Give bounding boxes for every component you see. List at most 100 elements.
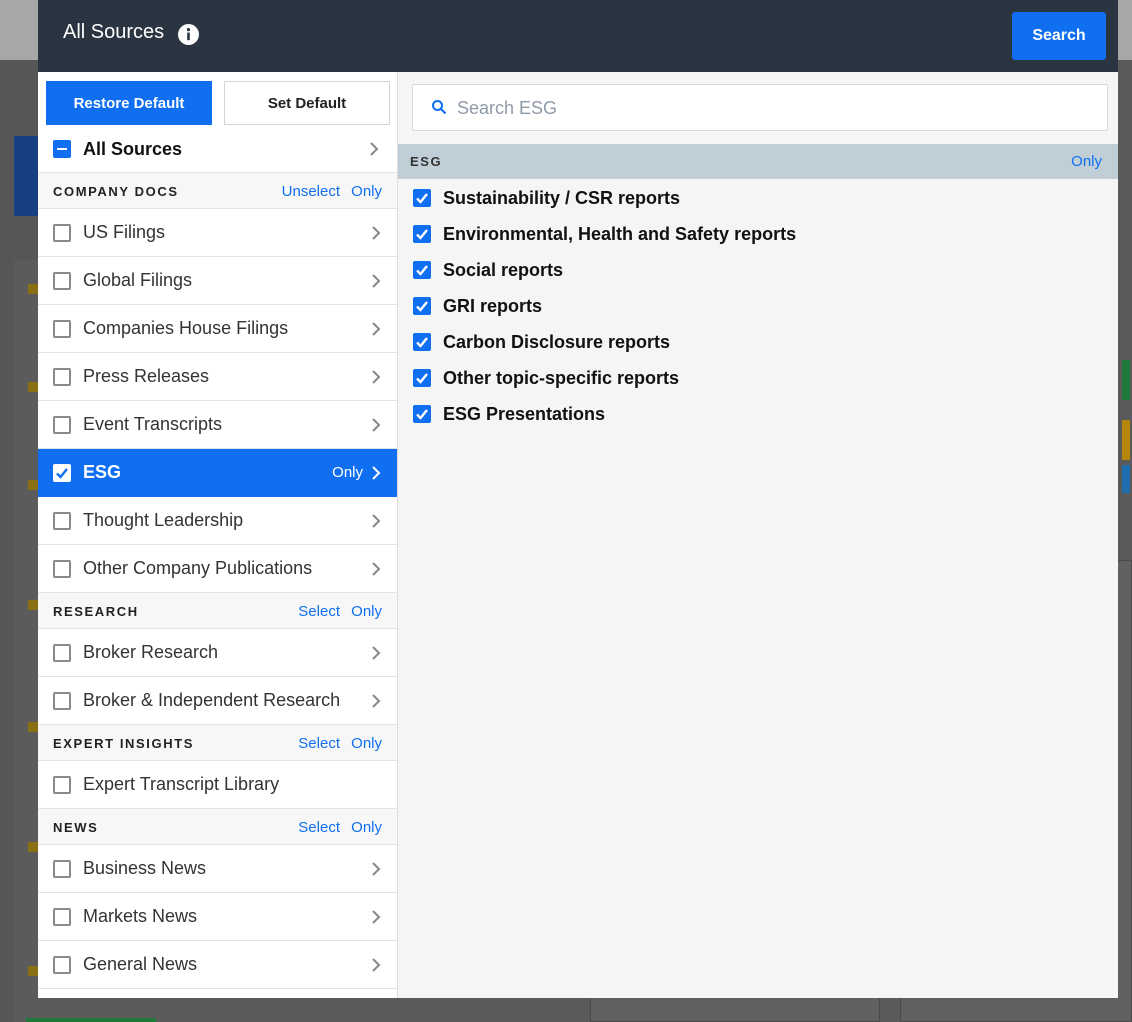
section-header-expert-insights: EXPERT INSIGHTS Select Only xyxy=(38,725,397,761)
section-header-research: RESEARCH Select Only xyxy=(38,593,397,629)
all-sources-row[interactable]: All Sources xyxy=(38,125,397,173)
checkbox-checked[interactable] xyxy=(413,369,431,387)
source-selector-modal: All Sources Search Restore Default Set D… xyxy=(38,0,1118,998)
esg-option-label: Carbon Disclosure reports xyxy=(443,332,671,352)
section-only-link[interactable]: Only xyxy=(351,735,382,752)
checkbox[interactable] xyxy=(53,368,71,386)
modal-title: All Sources xyxy=(63,21,165,43)
source-item-label: Markets News xyxy=(83,906,198,926)
checkbox[interactable] xyxy=(53,224,71,242)
section-select-link[interactable]: Select xyxy=(298,603,340,620)
source-item-label: Companies House Filings xyxy=(83,318,289,338)
section-title: EXPERT INSIGHTS xyxy=(53,736,195,751)
chevron-right-icon xyxy=(372,274,381,288)
section-only-link[interactable]: Only xyxy=(351,603,382,620)
checkbox[interactable] xyxy=(53,512,71,530)
source-item-esg[interactable]: ESG Only xyxy=(38,449,397,497)
esg-option-sustainability-csr-reports[interactable]: Sustainability / CSR reports xyxy=(398,180,1118,216)
checkbox[interactable] xyxy=(53,272,71,290)
checkbox[interactable] xyxy=(53,644,71,662)
source-item-label: Expert Transcript Library xyxy=(83,774,280,794)
esg-only-link[interactable]: Only xyxy=(1071,153,1102,170)
checkbox[interactable] xyxy=(53,560,71,578)
checkbox-checked[interactable] xyxy=(413,261,431,279)
esg-search-input[interactable] xyxy=(457,93,1087,123)
set-default-button[interactable]: Set Default xyxy=(224,81,390,125)
esg-option-label: GRI reports xyxy=(443,296,543,316)
source-item-global-filings[interactable]: Global Filings xyxy=(38,257,397,305)
source-item-label: Business News xyxy=(83,858,207,878)
source-item-general-news[interactable]: General News xyxy=(38,941,397,989)
esg-group-title: ESG xyxy=(410,154,443,169)
chevron-right-icon xyxy=(372,514,381,528)
esg-option-gri-reports[interactable]: GRI reports xyxy=(398,288,1118,324)
section-title: NEWS xyxy=(53,820,99,835)
checkbox-checked[interactable] xyxy=(413,333,431,351)
section-unselect-link[interactable]: Unselect xyxy=(282,183,340,200)
background-chart-stripe xyxy=(1122,465,1130,493)
source-item-companies-house-filings[interactable]: Companies House Filings xyxy=(38,305,397,353)
source-item-event-transcripts[interactable]: Event Transcripts xyxy=(38,401,397,449)
source-item-broker-independent-research[interactable]: Broker & Independent Research xyxy=(38,677,397,725)
source-item-us-filings[interactable]: US Filings xyxy=(38,209,397,257)
checkbox-checked[interactable] xyxy=(413,297,431,315)
checkbox[interactable] xyxy=(53,320,71,338)
section-header-company-docs: COMPANY DOCS Unselect Only xyxy=(38,173,397,209)
source-item-label: Broker & Independent Research xyxy=(83,690,341,710)
section-only-link[interactable]: Only xyxy=(351,183,382,200)
chevron-right-icon xyxy=(372,466,381,480)
source-item-other-company-publications[interactable]: Other Company Publications xyxy=(38,545,397,593)
background-blue-tab xyxy=(14,136,38,216)
chevron-right-icon xyxy=(372,370,381,384)
chevron-right-icon xyxy=(372,694,381,708)
esg-option-carbon-disclosure-reports[interactable]: Carbon Disclosure reports xyxy=(398,324,1118,360)
chevron-right-icon xyxy=(372,562,381,576)
source-item-press-releases[interactable]: Press Releases xyxy=(38,353,397,401)
checkbox[interactable] xyxy=(53,956,71,974)
section-only-link[interactable]: Only xyxy=(351,819,382,836)
search-button[interactable]: Search xyxy=(1012,12,1106,60)
source-item-label: Broker Research xyxy=(83,642,219,662)
esg-option-label: Environmental, Health and Safety reports xyxy=(443,224,797,244)
checkbox[interactable] xyxy=(53,692,71,710)
source-item-label: Global Filings xyxy=(83,270,193,290)
chevron-right-icon xyxy=(370,142,379,156)
chevron-right-icon xyxy=(372,322,381,336)
checkbox-checked[interactable] xyxy=(413,225,431,243)
esg-option-label: Sustainability / CSR reports xyxy=(443,188,681,208)
section-select-link[interactable]: Select xyxy=(298,819,340,836)
checkbox-checked[interactable] xyxy=(413,405,431,423)
esg-option-label: Other topic-specific reports xyxy=(443,368,680,388)
source-item-broker-research[interactable]: Broker Research xyxy=(38,629,397,677)
info-icon[interactable] xyxy=(178,24,199,45)
source-item-expert-transcript-library[interactable]: Expert Transcript Library xyxy=(38,761,397,809)
item-only-link[interactable]: Only xyxy=(332,464,363,481)
checkbox[interactable] xyxy=(53,908,71,926)
esg-option-esg-presentations[interactable]: ESG Presentations xyxy=(398,396,1118,432)
indeterminate-checkbox[interactable] xyxy=(53,140,71,158)
restore-default-button[interactable]: Restore Default xyxy=(46,81,212,125)
esg-detail-panel: ESG Only Sustainability / CSR reports Env… xyxy=(398,72,1118,998)
checkbox[interactable] xyxy=(53,860,71,878)
source-item-label: Thought Leadership xyxy=(83,510,244,530)
esg-option-social-reports[interactable]: Social reports xyxy=(398,252,1118,288)
section-select-link[interactable]: Select xyxy=(298,735,340,752)
chevron-right-icon xyxy=(372,958,381,972)
esg-option-other-topic-specific-reports[interactable]: Other topic-specific reports xyxy=(398,360,1118,396)
source-item-label: Event Transcripts xyxy=(83,414,223,434)
source-item-label: Other Company Publications xyxy=(83,558,313,578)
checkbox[interactable] xyxy=(53,416,71,434)
chevron-right-icon xyxy=(372,862,381,876)
esg-option-label: ESG Presentations xyxy=(443,404,606,424)
esg-option-environmental-health-and-safety-reports[interactable]: Environmental, Health and Safety reports xyxy=(398,216,1118,252)
checkbox[interactable] xyxy=(53,776,71,794)
checkbox-checked[interactable] xyxy=(53,464,71,482)
esg-search-field[interactable] xyxy=(412,84,1108,131)
source-item-markets-news[interactable]: Markets News xyxy=(38,893,397,941)
section-title: COMPANY DOCS xyxy=(53,184,179,199)
source-item-thought-leadership[interactable]: Thought Leadership xyxy=(38,497,397,545)
source-item-label: Press Releases xyxy=(83,366,210,386)
source-item-business-news[interactable]: Business News xyxy=(38,845,397,893)
all-sources-label: All Sources xyxy=(83,139,183,159)
checkbox-checked[interactable] xyxy=(413,189,431,207)
